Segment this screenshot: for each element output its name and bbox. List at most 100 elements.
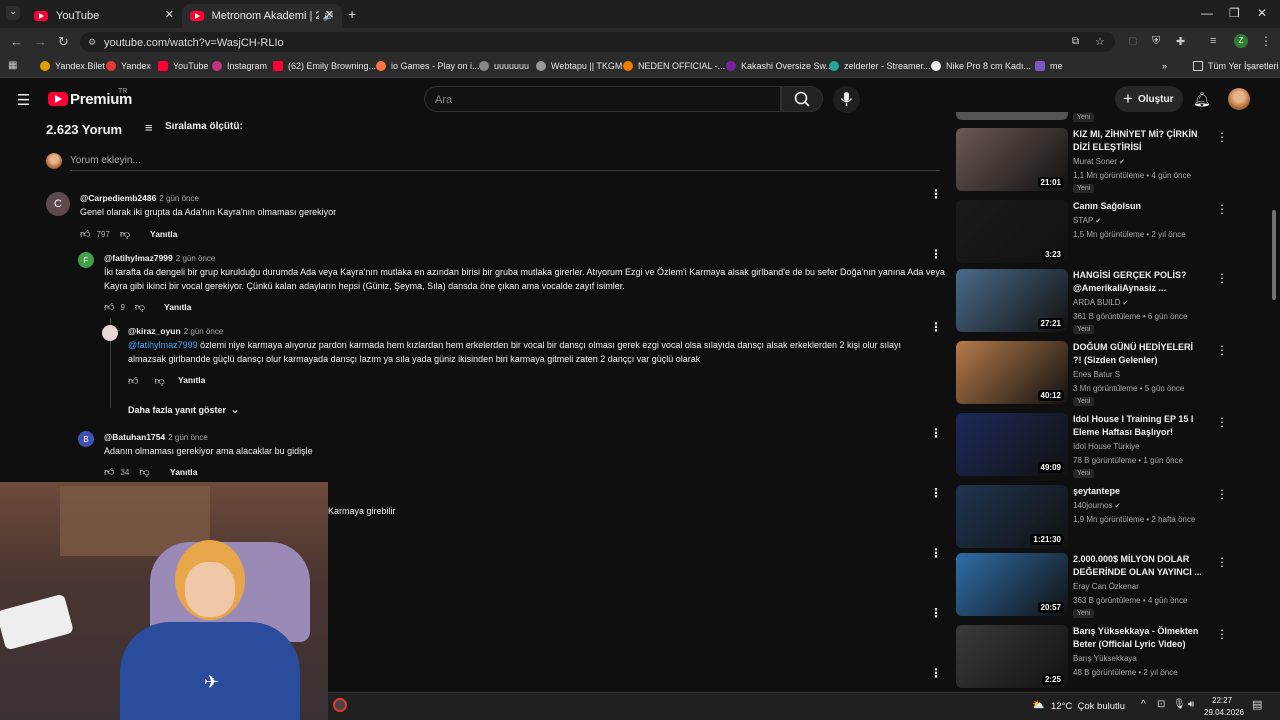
video-channel[interactable]: ARDA BUILD ✔	[1073, 298, 1128, 307]
video-menu-icon[interactable]: ⋮	[1216, 415, 1228, 429]
video-channel[interactable]: STAP ✔	[1073, 216, 1101, 225]
reply-button[interactable]: Yanıtla	[170, 467, 197, 477]
hamburger-menu-icon[interactable]: ☰	[17, 91, 30, 109]
clock-time[interactable]: 22:27	[1212, 696, 1232, 705]
bookmark-item[interactable]: me	[1035, 61, 1063, 71]
video-thumbnail[interactable]: 1:21:30	[956, 485, 1068, 548]
comment-author[interactable]: @Carpediemb2486	[80, 193, 156, 203]
video-thumbnail[interactable]: 2:25	[956, 625, 1068, 688]
comment-menu-icon[interactable]: ⋮	[930, 607, 942, 619]
video-thumbnail-partial[interactable]	[956, 112, 1068, 120]
video-menu-icon[interactable]: ⋮	[1216, 487, 1228, 501]
dislike-icon[interactable]: 👎︎	[135, 301, 145, 313]
weather-icon[interactable]: ⛅	[1032, 700, 1044, 711]
reply-button[interactable]: Yanıtla	[178, 375, 205, 385]
sort-by-button[interactable]: Sıralama ölçütü:	[165, 121, 243, 132]
comment-menu-icon[interactable]: ⋮	[930, 427, 942, 439]
reload-icon[interactable]: ↻	[58, 34, 69, 50]
bookmark-item[interactable]: Kakashi Oversize Sw...	[726, 61, 833, 71]
video-channel[interactable]: Murat Soner ✔	[1073, 157, 1125, 166]
commenter-avatar[interactable]	[102, 325, 118, 341]
like-icon[interactable]: 👍︎	[104, 466, 114, 478]
video-title[interactable]: HANGİSİ GERÇEK POLİS? @AmerikaliAynasiz …	[1073, 269, 1203, 295]
show-more-replies[interactable]: Daha fazla yanıt göster	[128, 405, 226, 415]
video-thumbnail[interactable]: 3:23	[956, 200, 1068, 263]
video-menu-icon[interactable]: ⋮	[1216, 202, 1228, 216]
like-icon[interactable]: 👍︎	[104, 301, 114, 313]
reply-button[interactable]: Yanıtla	[150, 229, 177, 239]
search-input[interactable]	[435, 92, 765, 108]
extensions-puzzle-icon[interactable]: ✚	[1176, 35, 1185, 48]
youtube-logo-icon[interactable]	[48, 92, 68, 106]
shield-icon[interactable]: ⛨	[1152, 35, 1160, 48]
media-control-icon[interactable]: ≡	[1210, 35, 1216, 47]
forward-icon[interactable]: →	[34, 34, 47, 49]
browser-menu-icon[interactable]: ⋮	[1260, 34, 1272, 48]
video-menu-icon[interactable]: ⋮	[1216, 555, 1228, 569]
bookmark-star-icon[interactable]: ☆	[1095, 35, 1105, 48]
video-title[interactable]: KIZ MI, ZİHNİYET Mİ? ÇİRKİN DİZİ ELEŞTİR…	[1073, 128, 1203, 154]
bookmark-item[interactable]: Yandex	[106, 61, 151, 71]
add-comment-input[interactable]: Yorum ekleyin...	[70, 155, 141, 166]
microphone-tray-icon[interactable]: 🎙︎	[1173, 699, 1186, 710]
create-button[interactable]: + Oluştur	[1115, 86, 1183, 112]
comment-menu-icon[interactable]: ⋮	[930, 321, 942, 333]
notifications-bell-icon[interactable]: 🔔︎	[1193, 91, 1211, 108]
video-thumbnail[interactable]: 20:57	[956, 553, 1068, 616]
video-menu-icon[interactable]: ⋮	[1216, 271, 1228, 285]
comment-author[interactable]: @Batuhan1754	[104, 432, 165, 442]
extension-icon[interactable]: ▢	[1128, 36, 1137, 47]
bookmark-item[interactable]: Webtapu || TKGM	[536, 61, 622, 71]
taskbar-app-icon[interactable]	[333, 698, 347, 712]
notification-center-icon[interactable]: ▤	[1252, 698, 1262, 711]
video-channel[interactable]: Barış Yüksekkaya	[1073, 654, 1137, 663]
comment-menu-icon[interactable]: ⋮	[930, 667, 942, 679]
video-title[interactable]: Idol House I Training EP 15 I Eleme Haft…	[1073, 413, 1203, 439]
commenter-avatar[interactable]: B	[78, 431, 94, 447]
weather-text[interactable]: 12°C Çok bulutlu	[1051, 701, 1125, 712]
tab-youtube[interactable]: YouTube ✕	[26, 4, 182, 28]
bookmark-item[interactable]: Instagram	[212, 61, 267, 71]
mention-link[interactable]: @fatihylmaz7999	[128, 340, 198, 350]
comment-time[interactable]: 2 gün önce	[159, 194, 199, 203]
bookmarks-overflow-icon[interactable]: »	[1162, 61, 1167, 71]
reply-button[interactable]: Yanıtla	[164, 302, 191, 312]
site-info-icon[interactable]: ⚙	[88, 37, 96, 48]
scrollbar-thumb[interactable]	[1272, 210, 1276, 300]
chevron-down-icon[interactable]: ⌄	[230, 402, 240, 416]
channel-name[interactable]: Eray Can Özkenar	[1073, 582, 1139, 591]
bookmark-item[interactable]: (62) Emily Browning...	[273, 61, 376, 71]
channel-name[interactable]: 140journos	[1073, 501, 1113, 510]
user-avatar[interactable]	[1228, 88, 1250, 110]
comment-author[interactable]: @fatihylmaz7999	[104, 253, 173, 263]
channel-name[interactable]: Murat Soner	[1073, 157, 1117, 166]
tab-metronom[interactable]: Metronom Akademi | 20. Bö 🔊 ✕	[182, 4, 342, 28]
sort-icon[interactable]: ≡	[145, 120, 153, 135]
comment-menu-icon[interactable]: ⋮	[930, 547, 942, 559]
comment-time[interactable]: 2 gün önce	[176, 254, 216, 263]
like-icon[interactable]: 👍︎	[80, 228, 90, 240]
video-menu-icon[interactable]: ⋮	[1216, 130, 1228, 144]
comment-time[interactable]: 2 gün önce	[184, 327, 224, 336]
channel-name[interactable]: ARDA BUILD	[1073, 298, 1121, 307]
video-title[interactable]: Canın Sağolsun	[1073, 200, 1203, 213]
window-close-icon[interactable]: ✕	[1257, 6, 1267, 20]
commenter-avatar[interactable]: F	[78, 252, 94, 268]
url-text[interactable]: youtube.com/watch?v=WasjCH-RLIo	[104, 37, 284, 49]
bookmark-item[interactable]: Nike Pro 8 cm Kadı...	[931, 61, 1031, 71]
video-title[interactable]: DOĞUM GÜNÜ HEDİYELERİ ?! (Sizden Gelenle…	[1073, 341, 1203, 367]
comment-menu-icon[interactable]: ⋮	[930, 248, 942, 260]
volume-icon[interactable]: 🔊︎	[1188, 699, 1194, 710]
channel-name[interactable]: Idol House Türkiye	[1073, 442, 1140, 451]
new-tab-icon[interactable]: +	[348, 6, 356, 22]
bookmark-item[interactable]: uuuuuuu	[479, 61, 529, 71]
clock-date[interactable]: 29.04.2026	[1204, 708, 1244, 717]
video-thumbnail[interactable]: 21:01	[956, 128, 1068, 191]
bookmark-item[interactable]: NEDEN OFFICIAL -...	[623, 61, 725, 71]
comment-author[interactable]: @kiraz_oyun	[128, 326, 181, 336]
tab-close-icon[interactable]: ✕	[165, 8, 174, 21]
video-thumbnail[interactable]: 49:09	[956, 413, 1068, 476]
video-thumbnail[interactable]: 27:21	[956, 269, 1068, 332]
comment-menu-icon[interactable]: ⋮	[930, 188, 942, 200]
voice-search-button[interactable]	[833, 86, 860, 113]
